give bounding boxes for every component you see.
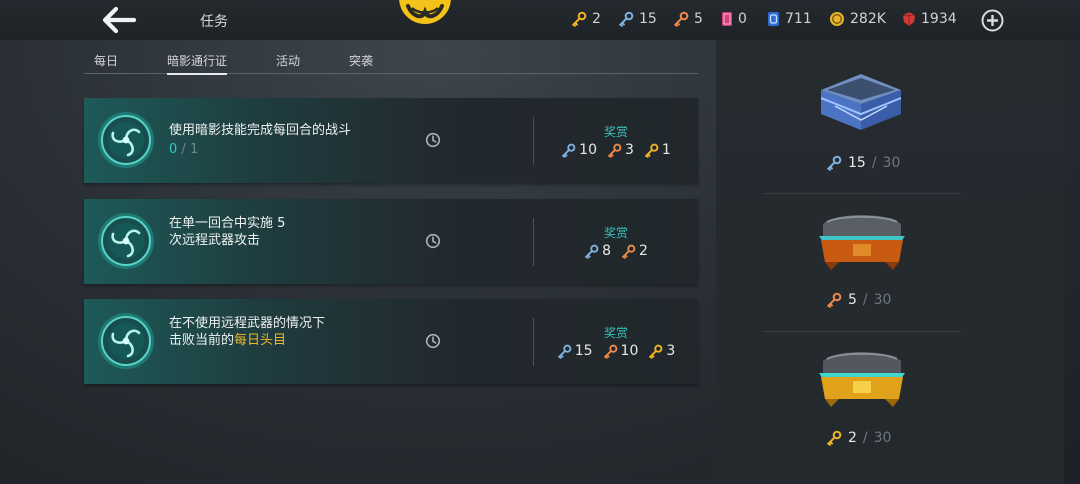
arrow-left-icon bbox=[102, 6, 137, 34]
mission-progress: 0 / 1 bbox=[169, 142, 199, 157]
gold-key-progress: 2/30 bbox=[826, 430, 946, 446]
tab-shadow-pass[interactable]: 暗影通行证 bbox=[167, 52, 228, 75]
gold-chest-icon[interactable] bbox=[815, 345, 907, 411]
coin-icon bbox=[830, 12, 844, 26]
bronze-key-progress: 5/30 bbox=[826, 292, 946, 308]
plus-circle-icon bbox=[981, 9, 1004, 32]
back-button[interactable] bbox=[100, 6, 140, 34]
mission-description: 在不使用远程武器的情况下 击败当前的每日头目 bbox=[169, 316, 326, 348]
shadow-emblem-icon bbox=[97, 212, 155, 270]
gem-card-icon bbox=[768, 12, 779, 26]
bronze-key-icon bbox=[673, 11, 689, 27]
add-currency-button[interactable] bbox=[981, 9, 1004, 32]
blue-key-icon bbox=[557, 344, 572, 359]
reward-list: 15 10 3 bbox=[534, 343, 698, 359]
blue-key-counter: 15 bbox=[618, 11, 657, 27]
gold-key-icon bbox=[571, 11, 587, 27]
blue-key-icon bbox=[584, 244, 599, 259]
reward-label: 奖赏 bbox=[603, 125, 628, 139]
blue-key-icon bbox=[618, 11, 634, 27]
divider bbox=[763, 193, 961, 194]
divider bbox=[763, 331, 961, 332]
reward-item: 10 bbox=[561, 142, 597, 158]
bronze-chest-icon[interactable] bbox=[815, 208, 907, 274]
chest-panel: 15/30 5/30 2/30 bbox=[716, 40, 1064, 484]
bronze-key-icon bbox=[607, 143, 622, 158]
daily-boss-highlight: 每日头目 bbox=[234, 333, 287, 348]
game-logo-icon bbox=[399, 0, 451, 24]
bronze-key-icon bbox=[603, 344, 618, 359]
gold-key-icon bbox=[826, 430, 842, 446]
blue-key-icon bbox=[561, 143, 576, 158]
blue-key-icon bbox=[826, 155, 842, 171]
mission-tabs: 每日 暗影通行证 活动 突袭 bbox=[84, 50, 698, 75]
mission-card[interactable]: 使用暗影技能完成每回合的战斗 0 / 1 奖赏 10 3 1 bbox=[84, 98, 698, 183]
clock-icon bbox=[425, 333, 441, 349]
shadow-emblem-icon bbox=[97, 312, 155, 370]
bronze-key-icon bbox=[826, 292, 842, 308]
mission-description: 在单一回合中实施 5 次远程武器攻击 bbox=[169, 216, 286, 248]
reward-list: 8 2 bbox=[534, 243, 698, 259]
shadow-emblem-icon bbox=[97, 111, 155, 169]
gold-key-counter: 2 bbox=[571, 11, 601, 27]
reward-list: 10 3 1 bbox=[534, 142, 698, 158]
clock-icon bbox=[425, 233, 441, 249]
reward-label: 奖赏 bbox=[603, 226, 628, 240]
tab-raid[interactable]: 突袭 bbox=[349, 52, 373, 69]
reward-item: 2 bbox=[621, 243, 648, 259]
bronze-key-icon bbox=[621, 244, 636, 259]
gold-key-icon bbox=[648, 344, 663, 359]
ruby-counter: 1934 bbox=[902, 11, 957, 27]
mission-card[interactable]: 在不使用远程武器的情况下 击败当前的每日头目 奖赏 15 10 3 bbox=[84, 299, 698, 384]
ticket-counter: 0 bbox=[721, 11, 747, 27]
reward-item: 1 bbox=[644, 142, 671, 158]
ruby-icon bbox=[903, 12, 915, 26]
ticket-icon bbox=[722, 12, 732, 26]
reward-item: 3 bbox=[607, 142, 634, 158]
mission-description: 使用暗影技能完成每回合的战斗 bbox=[169, 123, 352, 138]
gem-card-counter: 711 bbox=[767, 11, 812, 27]
tab-events[interactable]: 活动 bbox=[276, 52, 300, 69]
page-title: 任务 bbox=[200, 14, 228, 30]
gold-key-icon bbox=[644, 143, 659, 158]
clock-icon bbox=[425, 132, 441, 148]
reward-item: 3 bbox=[648, 343, 675, 359]
top-bar: 任务 2 15 5 0 711 282K 1934 bbox=[0, 0, 1080, 40]
reward-label: 奖赏 bbox=[603, 326, 628, 340]
reward-item: 8 bbox=[584, 243, 611, 259]
bronze-key-counter: 5 bbox=[673, 11, 703, 27]
tab-daily[interactable]: 每日 bbox=[94, 52, 118, 69]
reward-item: 15 bbox=[557, 343, 593, 359]
reward-item: 10 bbox=[603, 343, 638, 359]
coin-counter: 282K bbox=[829, 11, 886, 27]
blue-key-progress: 15/30 bbox=[826, 155, 946, 171]
mission-card[interactable]: 在单一回合中实施 5 次远程武器攻击 奖赏 8 2 bbox=[84, 199, 698, 284]
blue-chest-icon[interactable] bbox=[815, 70, 907, 136]
